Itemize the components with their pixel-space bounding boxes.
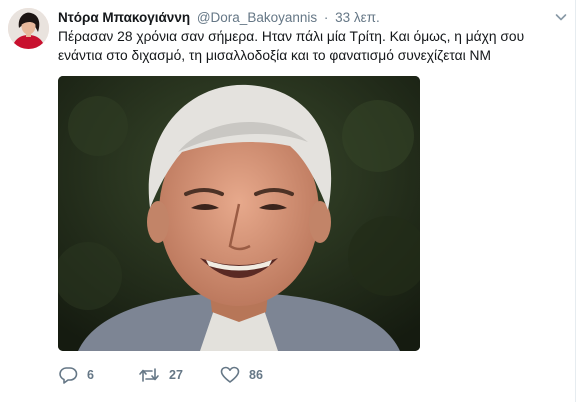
tweet-actions: 6 27 86 <box>58 364 300 386</box>
tweet-header: Ντόρα Μπακογιάννη @Dora_Bakoyannis · 33 … <box>58 9 562 27</box>
tweet-text: Πέρασαν 28 χρόνια σαν σήμερα. Ηταν πάλι … <box>58 29 525 63</box>
chevron-down-icon[interactable] <box>554 10 568 24</box>
like-count: 86 <box>249 368 263 382</box>
tweet-timestamp[interactable]: 33 λεπ. <box>335 10 380 25</box>
heart-icon <box>220 366 240 384</box>
like-button[interactable]: 86 <box>220 366 300 384</box>
author-name[interactable]: Ντόρα Μπακογιάννη <box>58 10 190 25</box>
reply-count: 6 <box>87 368 94 382</box>
header-separator: · <box>323 10 329 25</box>
avatar[interactable] <box>8 8 49 49</box>
author-handle[interactable]: @Dora_Bakoyannis <box>197 10 317 25</box>
retweet-count: 27 <box>169 368 183 382</box>
retweet-button[interactable]: 27 <box>138 366 220 384</box>
panel-divider <box>575 0 576 402</box>
retweet-arrows-icon <box>138 366 160 384</box>
reply-bubble-icon <box>58 366 78 384</box>
reply-button[interactable]: 6 <box>58 366 138 384</box>
tweet-photo[interactable] <box>58 76 420 351</box>
